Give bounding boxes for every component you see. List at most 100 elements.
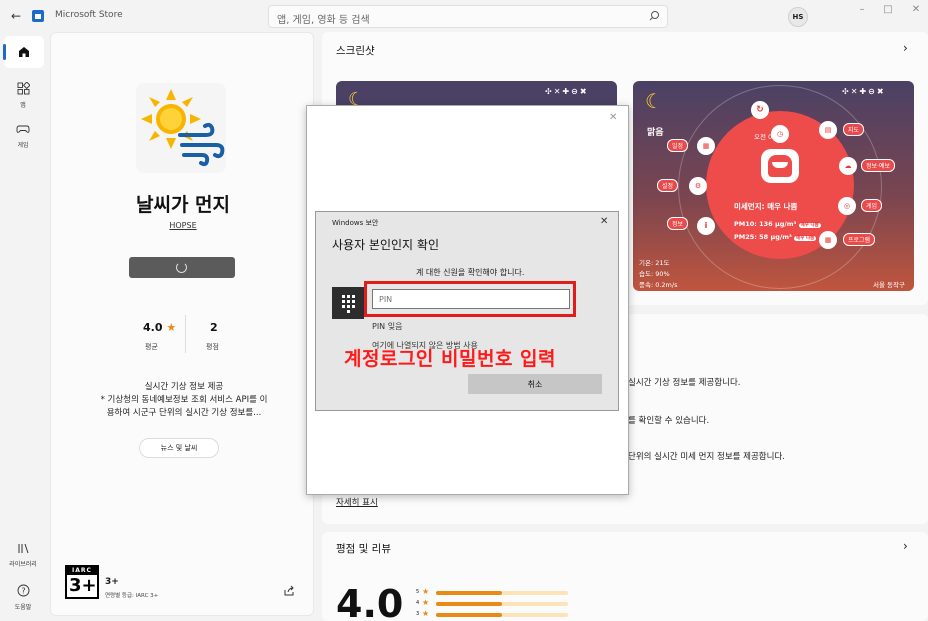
maximize-button[interactable]: □ bbox=[878, 4, 898, 18]
app-name: Microsoft Store bbox=[55, 10, 123, 20]
weather-forecast-icon: ☁ bbox=[839, 157, 857, 175]
cancel-button[interactable]: 취소 bbox=[468, 374, 602, 394]
weather-state: 맑음 bbox=[647, 128, 664, 138]
star-icon: ★ bbox=[422, 609, 430, 618]
back-button[interactable]: ← bbox=[8, 8, 24, 24]
clock-icon: ◷ bbox=[771, 125, 789, 143]
nav-library[interactable]: 라이브러리 bbox=[0, 542, 46, 568]
nav-library-label: 라이브러리 bbox=[9, 561, 37, 568]
label-program: 프로그램 bbox=[843, 233, 876, 246]
age-rating-title: 3+ bbox=[105, 577, 119, 587]
age-rating-badge: IARC 3+ bbox=[65, 565, 99, 599]
sign-in-modal: ✕ Windows 보안 ✕ 사용자 본인인지 확인 계 대한 신원을 확인해야… bbox=[306, 105, 629, 495]
install-button[interactable] bbox=[129, 257, 235, 278]
rating-label: 평균 bbox=[145, 343, 158, 351]
screenshot-2[interactable]: ☾ ✣✕✚⊖✖ 맑음 오전 01:09 미세먼지: 매우 나쁨 PM10: 13… bbox=[633, 81, 914, 291]
big-rating: 4.0 bbox=[336, 582, 404, 621]
label-settings: 설정 bbox=[657, 179, 679, 192]
windows-security-dialog: Windows 보안 ✕ 사용자 본인인지 확인 계 대한 신원을 확인해야 합… bbox=[315, 211, 619, 411]
gamepad-icon bbox=[16, 125, 30, 133]
app-info-panel: 날씨가 먼지 HOPSE 4.0 ★ 평균 2 평점 실시간 기상 정보 제공 … bbox=[50, 32, 314, 616]
dialog-subtitle: 계 대한 신원을 확인해야 합니다. bbox=[416, 268, 525, 277]
crying-face-icon bbox=[761, 149, 799, 183]
apps-icon bbox=[17, 81, 31, 95]
reviews-section bbox=[322, 532, 928, 621]
calendar-icon: ▦ bbox=[697, 137, 715, 155]
reviews-count: 2 bbox=[210, 321, 218, 334]
annotation-overlay: 계정로그인 비밀번호 입력 bbox=[344, 348, 557, 370]
nav-active-indicator bbox=[3, 44, 6, 60]
search-input[interactable]: 앱, 게임, 영화 등 검색 bbox=[277, 11, 370, 26]
svg-text:?: ? bbox=[21, 587, 25, 596]
nav-help-label: 도움말 bbox=[14, 604, 32, 611]
keypad-icon bbox=[332, 287, 364, 319]
pin-forgot-link[interactable]: PIN 잊음 bbox=[372, 321, 402, 332]
label-info: 정보 bbox=[667, 217, 689, 230]
description-line: 단위의 실시간 미세 먼지 정보를 제공합니다. bbox=[628, 452, 785, 462]
wind-speed: 풍속: 0.2m/s bbox=[639, 281, 678, 289]
iarc-label: IARC bbox=[67, 567, 97, 575]
category-tag-button[interactable]: 뉴스 및 날씨 bbox=[139, 438, 219, 458]
star-icon: ★ bbox=[166, 321, 177, 334]
nav-home[interactable] bbox=[4, 36, 44, 68]
map-icon: ▤ bbox=[819, 121, 837, 139]
age-rating-number: 3+ bbox=[69, 575, 97, 596]
nav-apps-label: 앱 bbox=[20, 102, 26, 109]
star-icon: ★ bbox=[422, 598, 430, 607]
dust-status: 미세먼지: 매우 나쁨 bbox=[734, 202, 798, 211]
pin-highlight-box bbox=[364, 281, 576, 317]
refresh-icon: ↻ bbox=[751, 101, 769, 119]
publisher-link[interactable]: HOPSE bbox=[51, 221, 315, 230]
screenshots-chevron-icon[interactable]: › bbox=[903, 41, 908, 55]
humidity: 습도: 90% bbox=[639, 270, 670, 278]
game-icon: ◎ bbox=[838, 197, 856, 215]
reviews-chevron-icon[interactable]: › bbox=[903, 539, 908, 553]
store-logo-icon bbox=[32, 10, 44, 22]
nav-games[interactable]: 게임 bbox=[0, 123, 46, 149]
close-button[interactable]: ✕ bbox=[906, 4, 926, 18]
widget-controls-icon: ✣✕✚⊖✖ bbox=[842, 87, 886, 96]
label-game: 게임 bbox=[861, 199, 883, 212]
pm25-value: PM25: 58 μg/m³ bbox=[734, 233, 792, 241]
modal-close-icon[interactable]: ✕ bbox=[609, 112, 617, 123]
widget-controls-icon: ✣✕✚⊖✖ bbox=[545, 87, 589, 96]
nav-games-label: 게임 bbox=[17, 142, 29, 149]
screenshots-title: 스크린샷 bbox=[336, 45, 375, 57]
label-forecast: 정보·예보 bbox=[861, 159, 895, 172]
title-bar: ← Microsoft Store 앱, 게임, 영화 등 검색 HS – □ … bbox=[0, 0, 928, 32]
temperature: 기온: 21도 bbox=[639, 259, 670, 267]
moon-icon: ☾ bbox=[645, 89, 663, 113]
search-box[interactable]: 앱, 게임, 영화 등 검색 bbox=[268, 5, 668, 28]
description-line: 실시간 기상 정보를 제공합니다. bbox=[628, 378, 741, 388]
app-title: 날씨가 먼지 bbox=[135, 194, 230, 216]
app-description: 실시간 기상 정보 제공 * 기상청의 동네예보정보 조회 서비스 API를 이… bbox=[100, 382, 268, 418]
app-icon bbox=[136, 83, 226, 173]
search-icon[interactable] bbox=[647, 9, 661, 23]
age-rating-subtitle: 연령별 등급: IARC 3+ bbox=[105, 593, 159, 599]
library-icon bbox=[18, 543, 29, 554]
stats-divider bbox=[185, 315, 186, 353]
pm10-badge: 매우 나쁨 bbox=[798, 223, 821, 228]
dialog-heading: 사용자 본인인지 확인 bbox=[332, 238, 439, 252]
avatar[interactable]: HS bbox=[788, 7, 808, 27]
rating-value: 4.0 ★ bbox=[143, 321, 177, 334]
reviews-label: 평점 bbox=[206, 343, 219, 351]
dialog-title: Windows 보안 bbox=[332, 219, 379, 227]
pm10-value: PM10: 136 μg/m³ bbox=[734, 220, 797, 228]
pm25-badge: 매우 나쁨 bbox=[794, 236, 817, 241]
minimize-button[interactable]: – bbox=[852, 4, 872, 18]
star-icon: ★ bbox=[422, 587, 430, 596]
nav-help[interactable]: ? 도움말 bbox=[0, 584, 46, 611]
show-more-link[interactable]: 자세히 표시 bbox=[336, 496, 378, 508]
share-icon[interactable] bbox=[283, 585, 295, 597]
label-map: 지도 bbox=[843, 123, 865, 136]
sun-wind-icon bbox=[141, 89, 225, 167]
nav-apps[interactable]: 앱 bbox=[0, 81, 46, 109]
program-icon: ▦ bbox=[819, 231, 837, 249]
loading-spinner-icon bbox=[176, 262, 187, 273]
dialog-close-icon[interactable]: ✕ bbox=[600, 216, 608, 227]
label-schedule: 일정 bbox=[667, 139, 689, 152]
help-icon: ? bbox=[17, 584, 29, 597]
settings-icon: ⚙ bbox=[689, 177, 707, 195]
description-line: 를 확인할 수 있습니다. bbox=[628, 416, 710, 426]
